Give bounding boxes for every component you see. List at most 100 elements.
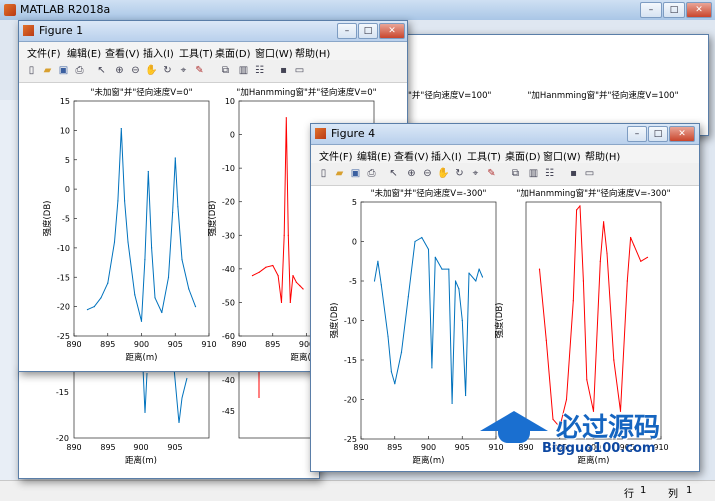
menu-file[interactable]: 文件(F) bbox=[27, 45, 61, 60]
hide-tools-icon[interactable]: ▪ bbox=[567, 167, 580, 180]
main-left-edge bbox=[0, 100, 19, 480]
fig4-chart2-ylabel: 强度(DB) bbox=[494, 302, 505, 338]
menu-tools[interactable]: 工具(T) bbox=[179, 45, 213, 60]
fig1-chart2-ytick-label: -10 bbox=[222, 164, 235, 173]
fig1-chart2-ytick-label: -30 bbox=[222, 231, 235, 240]
menu-help[interactable]: 帮助(H) bbox=[585, 148, 620, 163]
fig1-chart2-xtick-label: 895 bbox=[265, 340, 280, 349]
menu-window[interactable]: 窗口(W) bbox=[543, 148, 581, 163]
pan-icon[interactable]: ✋ bbox=[145, 64, 158, 77]
fig4-chart1-data-point bbox=[387, 335, 389, 337]
menu-window[interactable]: 窗口(W) bbox=[255, 45, 293, 60]
figure-background-lower[interactable]: -15 -20 -40 -45 890 895 900 905 距离(m) bbox=[18, 368, 320, 479]
figure-4-close-button[interactable]: ✕ bbox=[669, 126, 695, 142]
print-icon[interactable]: ⎙ bbox=[73, 64, 86, 77]
legend-icon[interactable]: ☷ bbox=[253, 64, 266, 77]
menu-view[interactable]: 查看(V) bbox=[105, 45, 140, 60]
zoom-out-icon[interactable]: ⊖ bbox=[421, 167, 434, 180]
fig4-chart1-data-point bbox=[434, 256, 436, 258]
fig4-chart2-data-point bbox=[613, 359, 615, 361]
watermark-url: Bigguo100.com bbox=[542, 441, 656, 456]
fig4-chart1-ytick-label: 5 bbox=[352, 198, 357, 207]
figure-1-maximize-button[interactable]: □ bbox=[358, 23, 378, 39]
link-plot-icon[interactable]: ⧉ bbox=[219, 64, 232, 77]
fig1-chart1-data-point bbox=[134, 294, 136, 296]
menu-file[interactable]: 文件(F) bbox=[319, 148, 353, 163]
open-file-icon[interactable]: ▰ bbox=[333, 167, 346, 180]
menu-tools[interactable]: 工具(T) bbox=[467, 148, 501, 163]
colorbar-icon[interactable]: ▥ bbox=[237, 64, 250, 77]
fig4-chart2-data-point bbox=[606, 252, 608, 254]
menu-insert[interactable]: 插入(I) bbox=[143, 45, 174, 60]
hide-tools-icon[interactable]: ▪ bbox=[277, 64, 290, 77]
fig1-chart2-ytick-label: -50 bbox=[222, 298, 235, 307]
fig4-chart1-data-point bbox=[441, 268, 443, 270]
colorbar-icon[interactable]: ▥ bbox=[527, 167, 540, 180]
menu-help[interactable]: 帮助(H) bbox=[295, 45, 330, 60]
data-cursor-icon[interactable]: ⌖ bbox=[177, 64, 190, 77]
zoom-in-icon[interactable]: ⊕ bbox=[405, 167, 418, 180]
fig1-chart1-axes[interactable] bbox=[73, 100, 210, 337]
figure-1-close-button[interactable]: ✕ bbox=[379, 23, 405, 39]
menu-edit[interactable]: 编辑(E) bbox=[67, 45, 101, 60]
menu-edit[interactable]: 编辑(E) bbox=[357, 148, 391, 163]
fig4-chart1-axes[interactable] bbox=[360, 201, 497, 440]
save-icon[interactable]: ▣ bbox=[57, 64, 70, 77]
fig1-chart2-ytick-label: -20 bbox=[222, 198, 235, 207]
fig4-chart1-ytick-label: -5 bbox=[349, 277, 357, 286]
bg-chart-title-2: "加Hanmming窗"并"径向速度V=100" bbox=[528, 90, 679, 101]
fig4-chart1-data-point bbox=[373, 280, 376, 282]
menu-desktop[interactable]: 桌面(D) bbox=[215, 45, 251, 60]
fig4-chart2-data-point bbox=[646, 256, 649, 258]
new-figure-icon[interactable]: ▯ bbox=[317, 167, 330, 180]
fig4-chart1-data-point bbox=[377, 260, 379, 262]
main-maximize-button[interactable]: □ bbox=[663, 2, 685, 18]
open-file-icon[interactable]: ▰ bbox=[41, 64, 54, 77]
figure-4-minimize-button[interactable]: – bbox=[627, 126, 647, 142]
fig4-chart1-xlabel: 距离(m) bbox=[413, 455, 445, 466]
zoom-in-icon[interactable]: ⊕ bbox=[113, 64, 126, 77]
rotate-3d-icon[interactable]: ↻ bbox=[161, 64, 174, 77]
show-tools-icon[interactable]: ▭ bbox=[293, 64, 306, 77]
link-plot-icon[interactable]: ⧉ bbox=[509, 167, 522, 180]
fig4-chart1-data-point bbox=[461, 319, 463, 322]
fig4-chart2-title: "加Hanmming窗"并"径向速度V=-300" bbox=[516, 188, 670, 199]
legend-icon[interactable]: ☷ bbox=[543, 167, 556, 180]
figure-4-titlebar[interactable]: Figure 4 – □ ✕ bbox=[311, 124, 699, 145]
fig4-chart2-data-point bbox=[576, 209, 578, 211]
figure-4-maximize-button[interactable]: □ bbox=[648, 126, 668, 142]
show-tools-icon[interactable]: ▭ bbox=[583, 167, 596, 180]
menu-insert[interactable]: 插入(I) bbox=[431, 148, 462, 163]
print-icon[interactable]: ⎙ bbox=[365, 167, 378, 180]
main-minimize-button[interactable]: – bbox=[640, 2, 662, 18]
fig1-chart1-ytick-label: 5 bbox=[65, 156, 70, 165]
rotate-3d-icon[interactable]: ↻ bbox=[453, 167, 466, 180]
save-icon[interactable]: ▣ bbox=[349, 167, 362, 180]
brush-icon[interactable]: ✎ bbox=[193, 64, 206, 77]
figure-background-window[interactable]: "未加窗"并"径向速度V=100" "加Hanmming窗"并"径向速度V=10… bbox=[392, 34, 709, 136]
fig1-chart1-data-point bbox=[120, 128, 122, 130]
fig1-chart1-ytick-label: -5 bbox=[62, 215, 70, 224]
pan-icon[interactable]: ✋ bbox=[437, 167, 450, 180]
fig1-chart2-data-point bbox=[302, 288, 304, 290]
edit-plot-icon[interactable]: ↖ bbox=[95, 64, 108, 77]
bg-xlabel: 距离(m) bbox=[125, 455, 157, 466]
fig1-chart2-ylabel: 强度(DB) bbox=[207, 200, 218, 236]
fig1-chart1-ytick-label: 10 bbox=[60, 126, 70, 135]
fig4-chart2-data-point bbox=[582, 280, 584, 282]
menu-view[interactable]: 查看(V) bbox=[394, 148, 429, 163]
new-figure-icon[interactable]: ▯ bbox=[25, 64, 38, 77]
zoom-out-icon[interactable]: ⊖ bbox=[129, 64, 142, 77]
fig1-chart2-data-point bbox=[292, 275, 294, 277]
brush-icon[interactable]: ✎ bbox=[485, 167, 498, 180]
data-cursor-icon[interactable]: ⌖ bbox=[469, 167, 482, 180]
main-close-button[interactable]: ✕ bbox=[686, 2, 712, 18]
figure-1-minimize-button[interactable]: – bbox=[337, 23, 357, 39]
bg-xtick-1: 890 bbox=[66, 443, 81, 452]
fig4-chart2-data-point bbox=[565, 398, 568, 401]
status-row-value: 1 bbox=[640, 485, 647, 496]
status-col-value: 1 bbox=[686, 485, 693, 496]
edit-plot-icon[interactable]: ↖ bbox=[387, 167, 400, 180]
figure-1-titlebar[interactable]: Figure 1 – □ ✕ bbox=[19, 21, 407, 42]
menu-desktop[interactable]: 桌面(D) bbox=[505, 148, 541, 163]
